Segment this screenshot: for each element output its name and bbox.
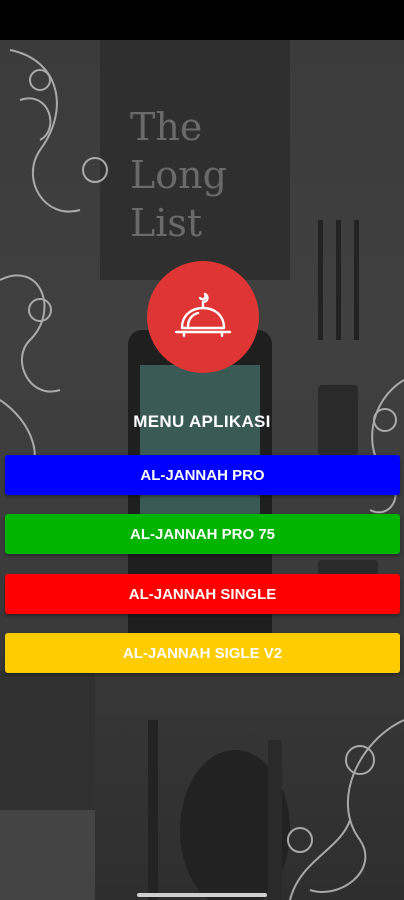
bg-ruler	[268, 740, 282, 900]
bg-phone-screen	[140, 365, 260, 525]
bg-pen	[354, 220, 359, 340]
bg-pen	[336, 220, 341, 340]
bg-pen	[318, 220, 323, 340]
menu-title: MENU APLIKASI	[133, 412, 271, 431]
app-screen: The Long List MENU APLIKASI AL-JANNAH PR…	[0, 0, 404, 900]
al-jannah-sigle-v2-button[interactable]: AL-JANNAH SIGLE V2	[5, 633, 400, 673]
button-label: AL-JANNAH PRO	[140, 466, 265, 484]
bg-pencil	[148, 720, 158, 900]
home-indicator[interactable]	[137, 893, 267, 897]
bg-book-title-2: Long	[130, 153, 227, 197]
bg-book-photo	[0, 810, 95, 900]
button-label: AL-JANNAH SIGLE V2	[122, 644, 283, 662]
mosque-dome-icon	[174, 292, 232, 338]
al-jannah-pro-75-button[interactable]: AL-JANNAH PRO 75	[5, 514, 400, 554]
al-jannah-pro-button[interactable]: AL-JANNAH PRO	[5, 455, 400, 495]
status-bar	[0, 0, 404, 40]
bg-book-title-3: List	[130, 201, 202, 245]
bg-book-title-1: The	[130, 105, 202, 149]
al-jannah-single-button[interactable]: AL-JANNAH SINGLE	[5, 574, 400, 614]
button-label: AL-JANNAH SINGLE	[128, 585, 277, 603]
button-label: AL-JANNAH PRO 75	[129, 525, 276, 543]
app-logo	[147, 261, 259, 373]
